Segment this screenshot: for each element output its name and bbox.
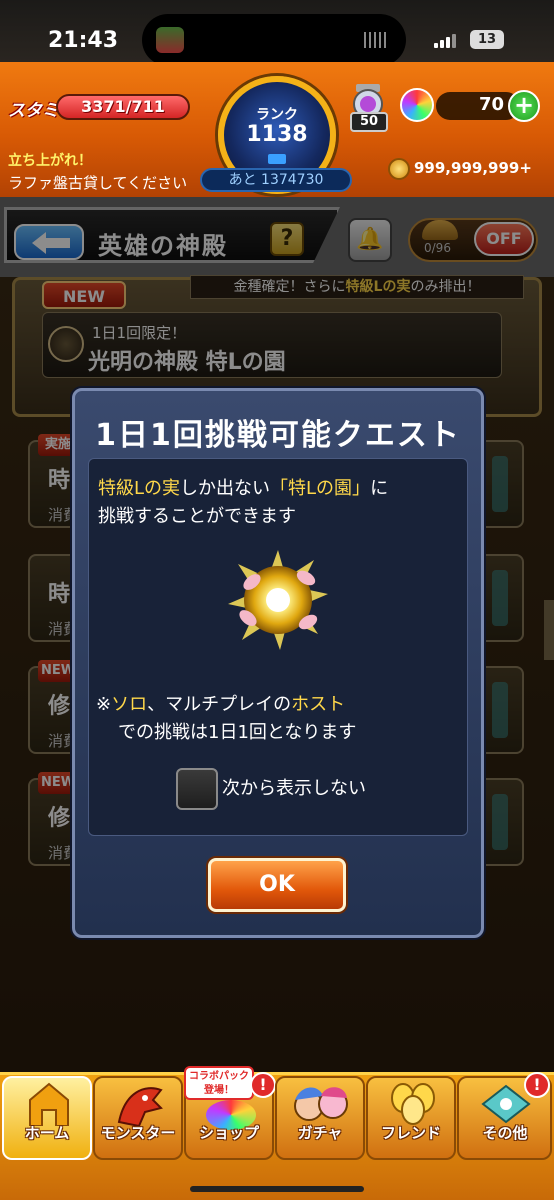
dialog-note-1: ※ソロ、マルチプレイのホスト <box>96 694 346 715</box>
cellular-signal-icon <box>434 32 458 48</box>
nav-monster[interactable] <box>93 1076 183 1160</box>
nav-monster-label: モンスター <box>100 1124 176 1142</box>
home-indicator[interactable] <box>190 1186 364 1192</box>
rank-value: 1138 <box>246 122 308 147</box>
home-icon <box>29 1082 69 1126</box>
dont-show-again-label[interactable]: 次から表示しない <box>222 774 366 800</box>
dialog-title: 1日1回挑戦可能クエスト <box>95 418 461 453</box>
ok-button[interactable]: OK <box>208 858 346 912</box>
orb-icon <box>400 88 434 122</box>
special-l-fruit-icon <box>228 550 328 650</box>
dont-show-again-checkbox[interactable] <box>176 768 218 810</box>
gem-level: 50 <box>350 112 388 132</box>
nav-home[interactable] <box>2 1076 92 1160</box>
nav-friend-label: フレンド <box>380 1124 441 1142</box>
shop-alert-badge: ! <box>250 1072 276 1098</box>
collab-pack-badge: コラボパック 登場！ <box>184 1066 254 1100</box>
game-header: スタミナ 3371/711 ランク 1138 あと 1374730 50 70 … <box>0 62 554 197</box>
player-slogan-line2: ラファ盤古貸してください <box>8 174 188 192</box>
status-bar: 21:43 13 <box>0 0 554 66</box>
coin-icon <box>388 158 410 180</box>
player-slogan-line1: 立ち上がれ！ <box>8 153 92 169</box>
dragon-icon <box>117 1087 163 1126</box>
stamina-value: 3371/711 <box>81 97 165 116</box>
status-time: 21:43 <box>48 28 119 53</box>
rank-next-exp: あと 1374730 <box>200 168 352 192</box>
now-playing-app-icon <box>156 27 184 53</box>
other-alert-badge: ! <box>524 1072 550 1098</box>
dialog-note-2: での挑戦は1日1回となります <box>118 722 357 743</box>
gacha-characters-icon <box>294 1087 348 1121</box>
buy-orb-button[interactable]: + <box>508 90 540 122</box>
dialog-line-1: 特級Lの実しか出ない「特Lの園」に <box>98 478 389 499</box>
other-menu-icon <box>481 1084 531 1124</box>
battery-icon: 13 <box>470 30 504 49</box>
nav-home-label: ホーム <box>24 1124 70 1142</box>
nav-shop-label: ショップ <box>198 1124 259 1142</box>
nav-friend[interactable] <box>366 1076 456 1160</box>
friend-balloons-icon <box>391 1083 435 1125</box>
rank-label: ランク <box>256 107 298 123</box>
dialog-line-2: 挑戦することができます <box>98 506 296 527</box>
audio-wave-icon <box>364 32 388 48</box>
coin-count: 999,999,999+ <box>414 159 532 177</box>
orb-count: 70 <box>478 94 504 115</box>
nav-gacha-label: ガチャ <box>297 1124 343 1142</box>
nav-gacha[interactable] <box>275 1076 365 1160</box>
dynamic-island <box>142 14 406 66</box>
rank-progress-icon <box>268 154 286 164</box>
nav-other-label: その他 <box>482 1124 528 1142</box>
stamina-bar[interactable]: 3371/711 <box>56 94 190 120</box>
